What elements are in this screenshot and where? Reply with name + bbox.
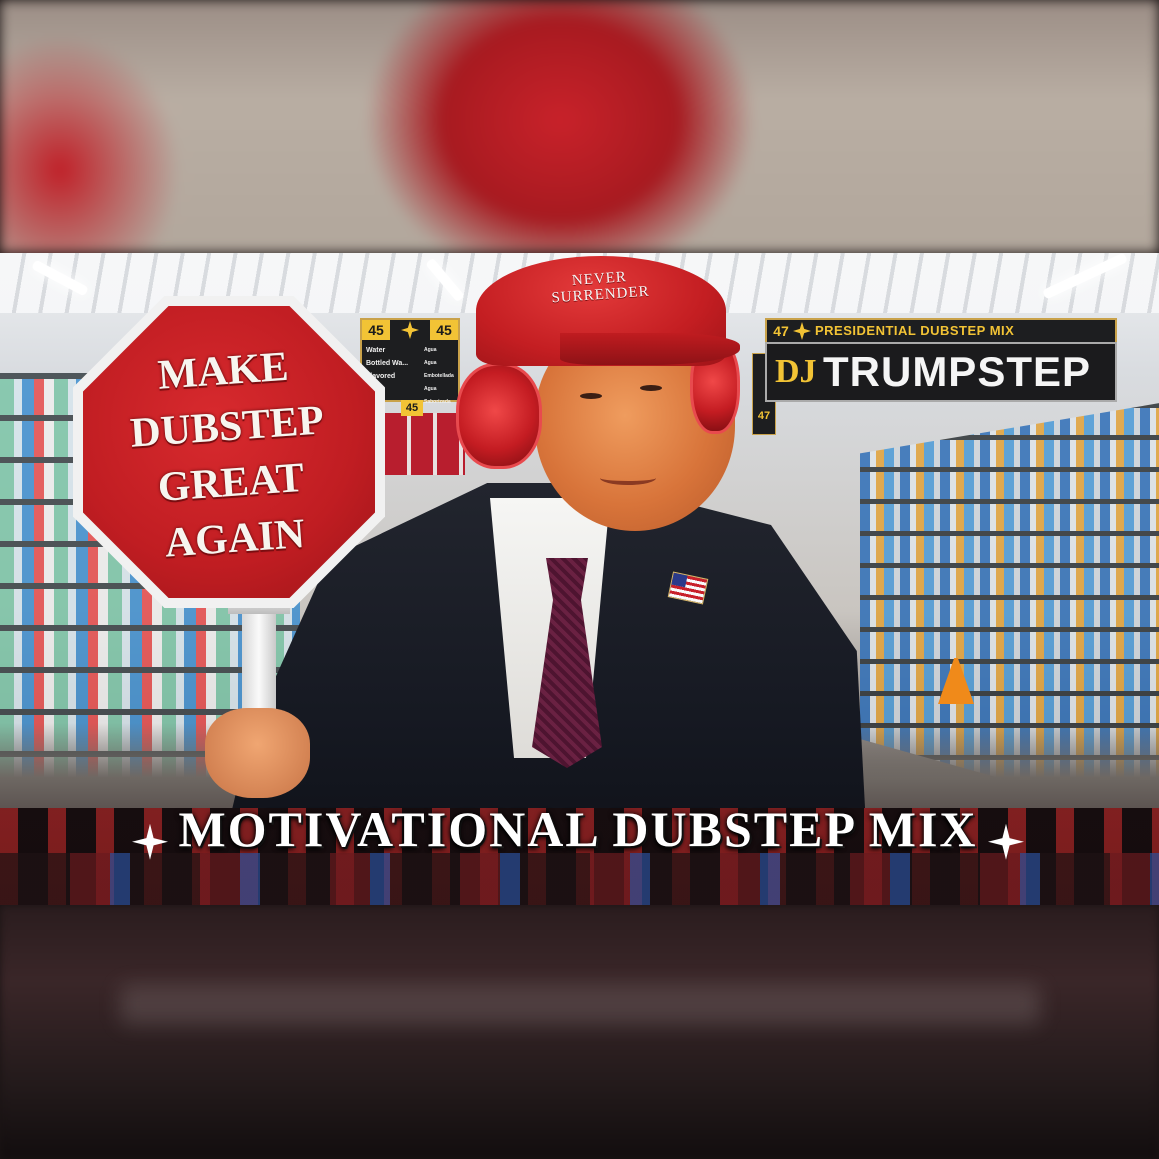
aisle-row: Water	[366, 347, 386, 354]
mouth	[600, 471, 656, 485]
blurred-background-bottom	[0, 905, 1159, 1159]
aisle-row: Agua Saborizada	[424, 386, 451, 405]
aisle-row: Agua	[424, 347, 437, 353]
sparkle-icon	[793, 322, 811, 340]
banner-title: TRUMPSTEP	[823, 348, 1092, 395]
thumbnail-title: MOTIVATIONAL DUBSTEP MIX	[178, 801, 978, 857]
headphone-icon	[456, 363, 542, 469]
title-bar: MOTIVATIONAL DUBSTEP MIX	[38, 793, 1118, 865]
eye	[640, 385, 662, 391]
banner-title-bar: DJ TRUMPSTEP	[765, 342, 1117, 402]
side-aisle-number: 47	[757, 410, 771, 422]
dj-logo: DJ	[775, 353, 817, 390]
aisle-sign-rows-es: Agua Agua Embotellada Agua Saborizada	[424, 344, 458, 409]
thumbnail-image: 45 45 Water Bottled Wa... Flavored Wa...…	[0, 253, 1159, 905]
aisle-row: Bottled Wa...	[366, 360, 409, 367]
banner-aisle-number: 47	[773, 323, 789, 339]
aisle-number: 45	[362, 320, 390, 340]
star-icon	[987, 823, 1024, 860]
eye	[580, 393, 602, 399]
sparkle-icon	[401, 321, 419, 339]
juice-bottles	[385, 413, 465, 475]
stop-sign-text: MAKE DUBSTEP GREAT AGAIN	[88, 334, 371, 576]
aisle-number-lower: 45	[401, 400, 423, 416]
aisle-number: 45	[430, 320, 458, 340]
hand	[205, 708, 310, 798]
banner-subtitle: PRESIDENTIAL DUBSTEP MIX	[815, 323, 1015, 338]
blurred-background-top	[0, 0, 1159, 253]
aisle-row: Agua Embotellada	[424, 360, 454, 379]
banner-subtitle-bar: 47 PRESIDENTIAL DUBSTEP MIX	[765, 318, 1117, 344]
cap-brim	[560, 333, 740, 365]
star-icon	[132, 823, 168, 860]
blurred-title-reflection	[120, 985, 1040, 1025]
